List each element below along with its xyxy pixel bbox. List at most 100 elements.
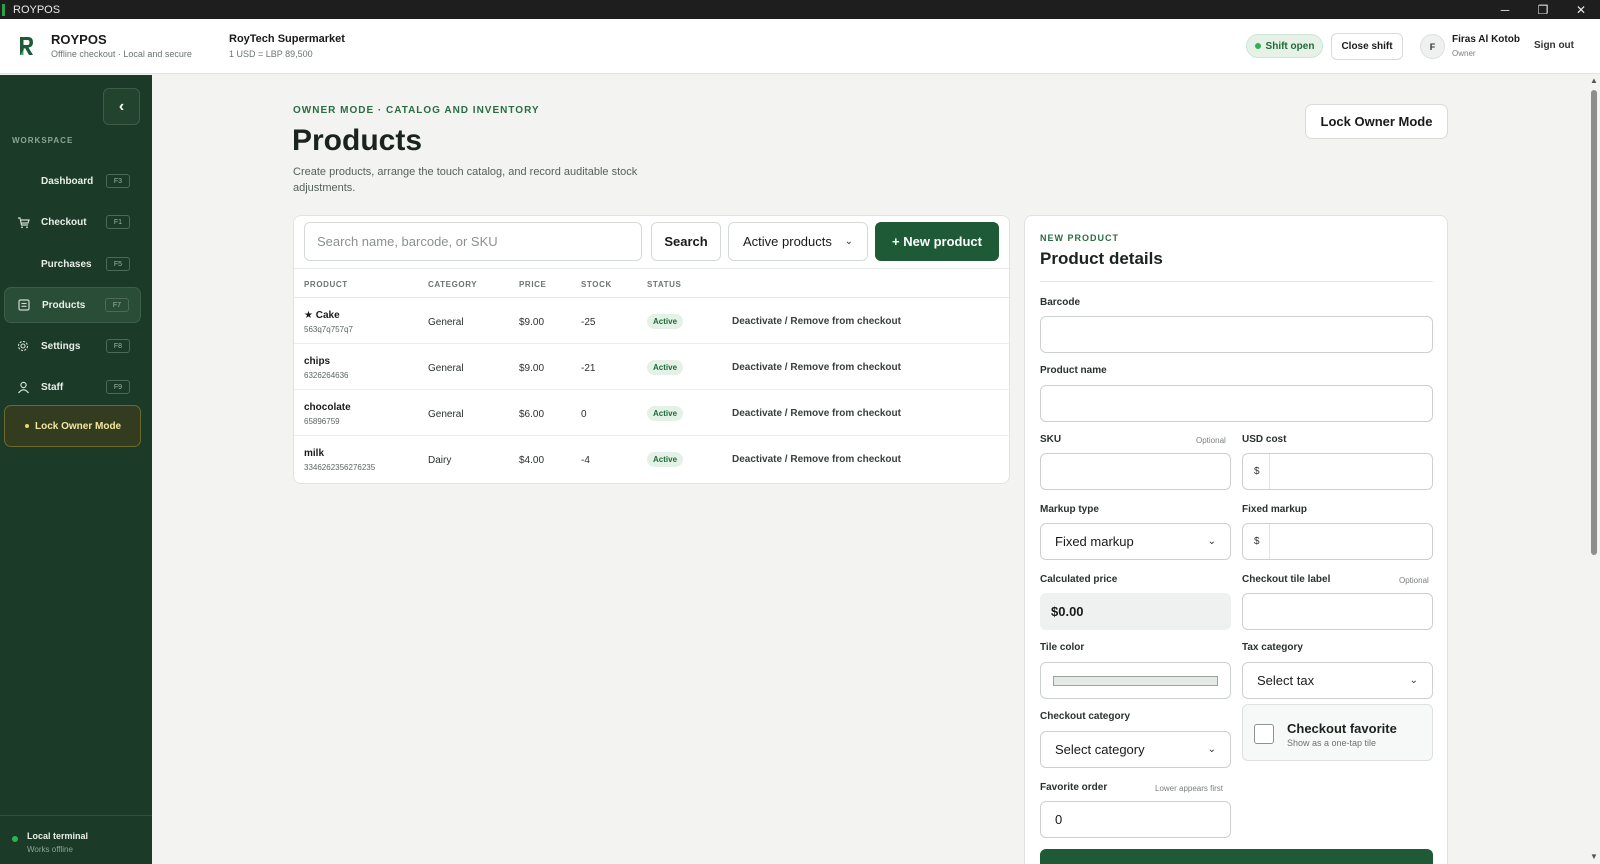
scroll-down-arrow-icon[interactable]: ▼ bbox=[1590, 852, 1598, 861]
status-filter-value: Active products bbox=[743, 234, 832, 249]
form-title: Product details bbox=[1040, 249, 1163, 268]
table-row[interactable]: chips 6326264636 General $9.00 -21 Activ… bbox=[294, 344, 1011, 390]
sidebar-divider bbox=[0, 815, 152, 816]
form-eyebrow: NEW PRODUCT bbox=[1040, 233, 1119, 243]
form-divider bbox=[1040, 281, 1433, 282]
usd-cost-field[interactable]: $ bbox=[1242, 453, 1433, 490]
close-icon[interactable]: ✕ bbox=[1562, 0, 1600, 19]
column-header-stock: STOCK bbox=[581, 280, 612, 289]
cart-icon bbox=[16, 215, 30, 229]
status-badge: Active bbox=[647, 360, 684, 375]
gear-icon bbox=[16, 339, 30, 353]
checkout-favorite-toggle[interactable]: Checkout favorite Show as a one-tap tile bbox=[1242, 704, 1433, 761]
sidebar-item-staff[interactable]: Staff F9 bbox=[4, 369, 141, 405]
column-header-product: PRODUCT bbox=[304, 280, 348, 289]
product-price: $4.00 bbox=[519, 455, 545, 466]
favorite-checkbox[interactable] bbox=[1254, 724, 1274, 744]
sidebar-item-label: Purchases bbox=[41, 258, 92, 270]
deactivate-button[interactable]: Deactivate / Remove from checkout bbox=[732, 316, 901, 327]
os-title-bar: ROYPOS ─ ❐ ✕ bbox=[0, 0, 1600, 19]
search-button[interactable]: Search bbox=[651, 222, 721, 261]
sidebar-item-label: Settings bbox=[41, 340, 81, 352]
dollar-prefix: $ bbox=[1254, 536, 1260, 547]
product-price: $6.00 bbox=[519, 409, 545, 420]
app-icon bbox=[2, 3, 5, 16]
product-name: ★ Cake bbox=[304, 310, 340, 321]
brand-name: ROYPOS bbox=[51, 32, 107, 47]
product-name-label: Product name bbox=[1040, 365, 1107, 376]
page-description: Create products, arrange the touch catal… bbox=[293, 166, 638, 194]
prefix-divider bbox=[1269, 524, 1270, 559]
shortcut-key: F3 bbox=[106, 174, 130, 188]
markup-type-select[interactable]: Fixed markup ⌄ bbox=[1040, 523, 1231, 560]
checkout-category-select[interactable]: Select category ⌄ bbox=[1040, 731, 1231, 768]
store-name: RoyTech Supermarket bbox=[229, 33, 345, 45]
sidebar-item-dashboard[interactable]: Dashboard F3 bbox=[4, 163, 141, 199]
scrollbar-thumb[interactable] bbox=[1591, 90, 1597, 555]
save-product-button[interactable] bbox=[1040, 849, 1433, 864]
prefix-divider bbox=[1269, 454, 1270, 489]
favorite-title: Checkout favorite bbox=[1287, 721, 1397, 736]
favorite-order-label: Favorite order bbox=[1040, 782, 1108, 793]
product-stock: -21 bbox=[581, 363, 596, 374]
product-name-field[interactable] bbox=[1040, 385, 1433, 422]
avatar[interactable]: F bbox=[1420, 34, 1445, 59]
status-badge: Active bbox=[647, 452, 684, 467]
tile-label-optional-hint: Optional bbox=[1399, 576, 1429, 585]
tax-category-select[interactable]: Select tax ⌄ bbox=[1242, 662, 1433, 699]
deactivate-button[interactable]: Deactivate / Remove from checkout bbox=[732, 362, 901, 373]
sign-out-button[interactable]: Sign out bbox=[1534, 40, 1574, 51]
table-row[interactable]: ★ Cake 563q7q757q7 General $9.00 -25 Act… bbox=[294, 298, 1011, 344]
status-dot-icon bbox=[1254, 43, 1261, 49]
sku-field[interactable] bbox=[1040, 453, 1231, 490]
lock-owner-mode-sidebar-button[interactable]: Lock Owner Mode bbox=[4, 405, 141, 447]
shortcut-key: F1 bbox=[106, 215, 130, 229]
tile-label-label: Checkout tile label bbox=[1242, 574, 1331, 585]
new-product-button[interactable]: + New product bbox=[875, 222, 999, 261]
deactivate-button[interactable]: Deactivate / Remove from checkout bbox=[732, 408, 901, 419]
checkout-tile-label-field[interactable] bbox=[1242, 593, 1433, 630]
sidebar-item-settings[interactable]: Settings F8 bbox=[4, 328, 141, 364]
maximize-icon[interactable]: ❐ bbox=[1524, 0, 1562, 19]
shift-status-label: Shift open bbox=[1265, 40, 1315, 52]
sidebar-item-purchases[interactable]: Purchases F5 bbox=[4, 246, 141, 282]
scroll-up-arrow-icon[interactable]: ▲ bbox=[1590, 76, 1598, 85]
chevron-down-icon: ⌄ bbox=[1207, 536, 1216, 547]
deactivate-button[interactable]: Deactivate / Remove from checkout bbox=[732, 454, 901, 465]
fixed-markup-field[interactable]: $ bbox=[1242, 523, 1433, 560]
sidebar-item-label: Checkout bbox=[41, 216, 87, 228]
favorite-order-hint: Lower appears first bbox=[1155, 784, 1224, 793]
lock-dot-icon bbox=[25, 424, 29, 428]
status-badge: Active bbox=[647, 406, 684, 421]
barcode-field[interactable] bbox=[1040, 316, 1433, 353]
chevron-down-icon: ⌄ bbox=[844, 236, 853, 247]
roypos-logo-icon bbox=[20, 37, 33, 55]
status-badge: Active bbox=[647, 314, 684, 329]
usd-cost-label: USD cost bbox=[1242, 434, 1287, 445]
favorite-order-field[interactable]: 0 bbox=[1040, 801, 1231, 838]
shift-status-badge: Shift open bbox=[1246, 34, 1323, 58]
sidebar-item-label: Products bbox=[42, 299, 86, 311]
product-category: Dairy bbox=[428, 455, 452, 466]
dollar-prefix: $ bbox=[1254, 466, 1260, 477]
tile-color-picker[interactable] bbox=[1040, 662, 1231, 699]
close-shift-button[interactable]: Close shift bbox=[1331, 33, 1403, 60]
product-name: chocolate bbox=[304, 402, 351, 413]
minimize-icon[interactable]: ─ bbox=[1486, 0, 1524, 19]
table-row[interactable]: milk 3346262356276235 Dairy $4.00 -4 Act… bbox=[294, 436, 1011, 482]
collapse-sidebar-button[interactable]: ‹ bbox=[103, 88, 140, 125]
chevron-left-icon: ‹ bbox=[118, 97, 125, 115]
sku-label: SKU bbox=[1040, 434, 1062, 445]
user-name: Firas Al Kotob bbox=[1452, 34, 1520, 45]
status-filter-select[interactable]: Active products ⌄ bbox=[728, 222, 868, 261]
user-role: Owner bbox=[1452, 49, 1476, 58]
search-input[interactable] bbox=[304, 222, 642, 261]
workspace-section-label: WORKSPACE bbox=[12, 136, 74, 145]
column-header-status: STATUS bbox=[647, 280, 682, 289]
tile-color-label: Tile color bbox=[1040, 642, 1085, 653]
sku-optional-hint: Optional bbox=[1196, 436, 1226, 445]
sidebar-item-products[interactable]: Products F7 bbox=[4, 287, 141, 323]
table-row[interactable]: chocolate 65896759 General $6.00 0 Activ… bbox=[294, 390, 1011, 436]
sidebar-item-checkout[interactable]: Checkout F1 bbox=[4, 204, 141, 240]
lock-owner-mode-button[interactable]: Lock Owner Mode bbox=[1305, 104, 1448, 139]
